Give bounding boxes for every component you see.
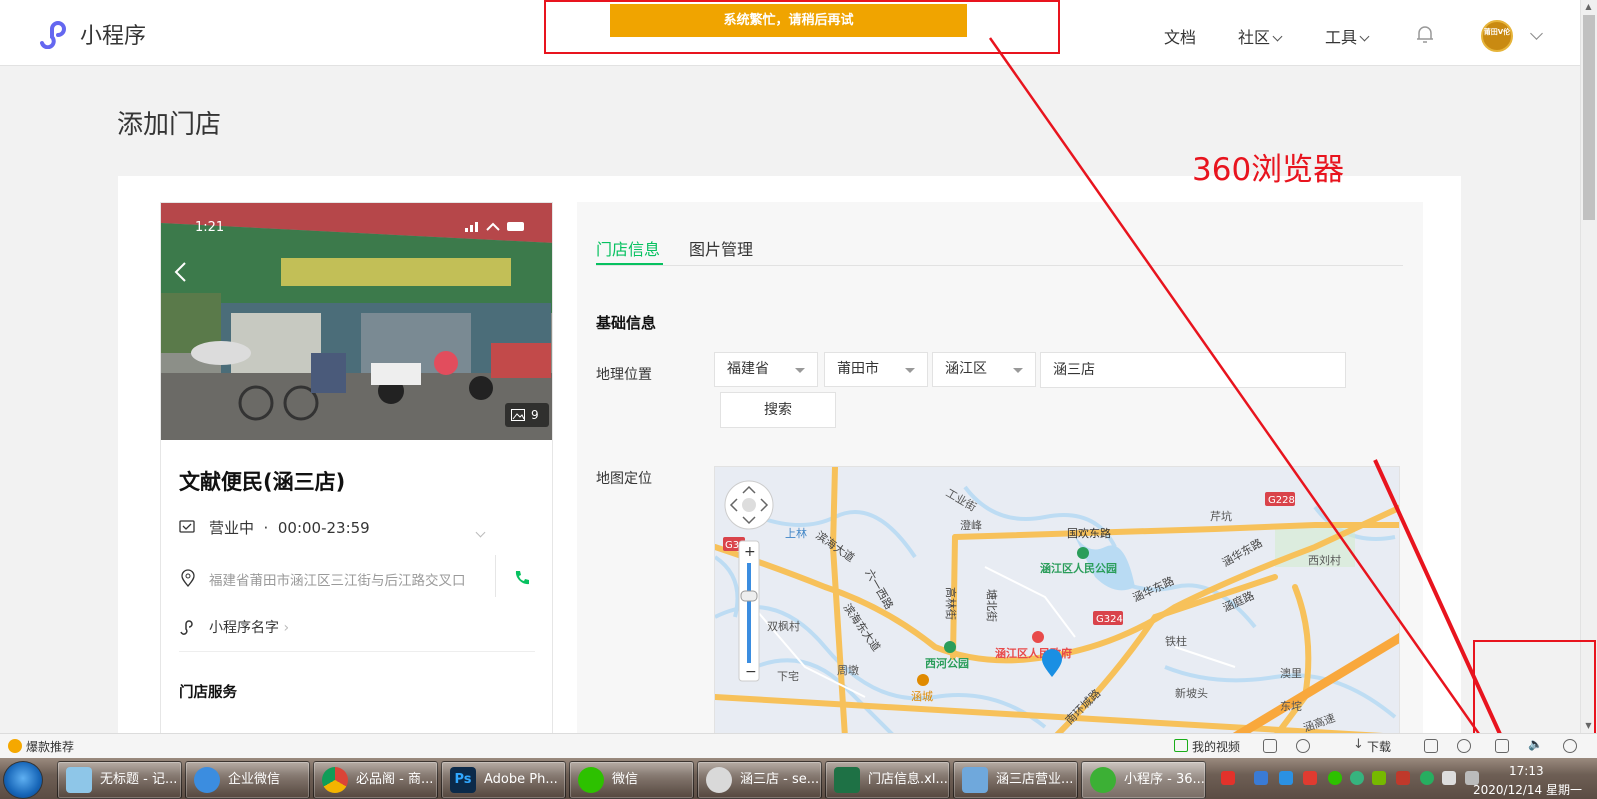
speed-icon[interactable] [1296,739,1310,753]
taskbar-item-label: 必品阁 - 商... [356,772,434,787]
wecom-icon [194,767,220,793]
taskbar-item-photoshop[interactable]: Ps Adobe Ph... [441,761,566,799]
taskbar-item-search[interactable]: 涵三店 - se... [697,761,822,799]
taskbar-item-label: 涵三店营业... [996,772,1074,787]
spreadsheet-icon [834,767,860,793]
magnifier-icon [706,767,732,793]
image-icon[interactable] [1263,739,1277,753]
taskbar-item-wechat[interactable]: 微信 [569,761,694,799]
taskbar-item-excel[interactable]: 门店信息.xl... [825,761,950,799]
tray-app-icon[interactable] [1279,771,1293,785]
tray-app-icon[interactable] [1396,771,1410,785]
download-icon[interactable]: ↓ [1353,737,1364,752]
tray-app-icon[interactable] [1350,771,1364,785]
clock-date[interactable]: 2020/12/14 星期一 [1473,781,1582,798]
taskbar-item-label: 企业微信 [228,772,281,787]
start-button[interactable] [3,761,43,799]
chrome-icon [322,767,348,793]
clean-icon[interactable] [1457,739,1471,753]
annotation-label: 360浏览器 [1192,152,1345,188]
tray-app-icon[interactable] [1254,771,1268,785]
tray-app-icon[interactable] [1303,771,1317,785]
taskbar-item-label: Adobe Ph... [484,772,558,787]
recommend-link[interactable]: 爆款推荐 [26,738,74,755]
taskbar-item-label: 微信 [612,772,639,787]
window-icon[interactable] [1495,739,1509,753]
taskbar-item-label: 小程序 - 36... [1124,772,1205,787]
notepad-icon [66,767,92,793]
screen: 小程序 系统繁忙，请稍后再试 文档 社区 工具 莆田V伦 ▲ ▼ 添加门店 1:… [0,0,1597,799]
taskbar-item-label: 门店信息.xl... [868,772,948,787]
wechat-icon [578,767,604,793]
download-link[interactable]: 下载 [1367,738,1391,755]
sogou-icon[interactable] [1221,771,1235,785]
taskbar-item-chrome[interactable]: 必品阁 - 商... [313,761,438,799]
taskbar-item-360-browser[interactable]: 小程序 - 36... [1081,761,1206,799]
360-browser-icon [1090,767,1116,793]
volume-icon[interactable]: 🔈 [1528,737,1543,751]
taskbar-item-label: 无标题 - 记... [100,772,178,787]
video-icon[interactable] [1174,739,1188,752]
tray-app-icon[interactable] [1420,771,1434,785]
taskbar-item-notepad[interactable]: 无标题 - 记... [57,761,182,799]
taskbar-item-image[interactable]: 涵三店营业... [953,761,1078,799]
search-icon[interactable] [1563,739,1577,753]
red-annotation-overlay [544,0,1596,798]
photoshop-icon: Ps [450,767,476,793]
clock-time[interactable]: 17:13 [1509,764,1544,778]
rocket-icon[interactable] [1330,739,1344,753]
browser-status-bar: 爆款推荐 我的视频 ↓ 下载 🔈 [0,733,1597,758]
taskbar-item-wecom[interactable]: 企业微信 [185,761,310,799]
image-viewer-icon [962,767,988,793]
taskbar-item-label: 涵三店 - se... [740,772,820,787]
tray-app-icon[interactable] [1442,771,1456,785]
wechat-tray-icon[interactable] [1328,771,1342,785]
star-icon[interactable] [8,739,22,753]
nvidia-icon[interactable] [1372,771,1386,785]
my-video-link[interactable]: 我的视频 [1192,738,1240,755]
gamepad-icon[interactable] [1424,739,1438,753]
